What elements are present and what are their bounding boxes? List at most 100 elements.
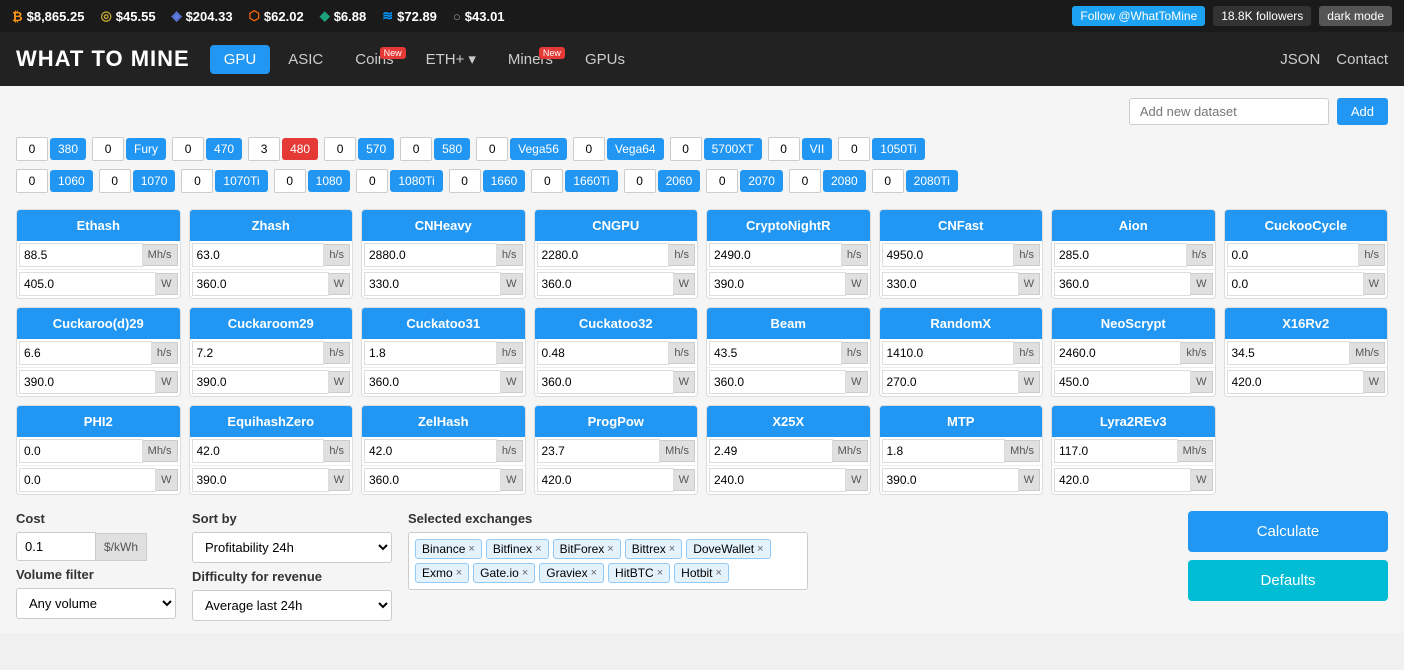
gpu-label-1080[interactable]: 1080 bbox=[308, 170, 351, 192]
gpu-count-vega56[interactable] bbox=[476, 137, 508, 161]
calculate-button[interactable]: Calculate bbox=[1188, 511, 1388, 552]
gpu-label-vega64[interactable]: Vega64 bbox=[607, 138, 664, 160]
algo-speed-input[interactable] bbox=[709, 439, 833, 463]
algo-header-cuckoocycle[interactable]: CuckooCycle bbox=[1225, 210, 1388, 241]
algo-power-input[interactable] bbox=[709, 370, 846, 394]
algo-power-input[interactable] bbox=[192, 272, 329, 296]
gpu-label-380[interactable]: 380 bbox=[50, 138, 86, 160]
gpu-count-2080ti[interactable] bbox=[872, 169, 904, 193]
algo-header-cnheavy[interactable]: CNHeavy bbox=[362, 210, 525, 241]
difficulty-select[interactable]: Average last 24h Current Average last 3 … bbox=[192, 590, 392, 621]
algo-speed-input[interactable] bbox=[19, 341, 152, 365]
gpu-label-fury[interactable]: Fury bbox=[126, 138, 166, 160]
gpu-count-1080ti[interactable] bbox=[356, 169, 388, 193]
algo-header-cuckaroom29[interactable]: Cuckaroom29 bbox=[190, 308, 353, 339]
dataset-input[interactable] bbox=[1129, 98, 1329, 125]
exchange-tag-remove[interactable]: × bbox=[607, 543, 613, 555]
volume-select[interactable]: Any volume Top 50% Top 25% bbox=[16, 588, 176, 619]
algo-header-cuckaroo-d-29[interactable]: Cuckaroo(d)29 bbox=[17, 308, 180, 339]
follow-button[interactable]: Follow @WhatToMine bbox=[1072, 6, 1205, 26]
gpu-count-1060[interactable] bbox=[16, 169, 48, 193]
nav-item-eth[interactable]: ETH+ ▾ bbox=[412, 44, 490, 74]
algo-header-randomx[interactable]: RandomX bbox=[880, 308, 1043, 339]
algo-header-neoscrypt[interactable]: NeoScrypt bbox=[1052, 308, 1215, 339]
add-dataset-button[interactable]: Add bbox=[1337, 98, 1388, 125]
nav-item-asic[interactable]: ASIC bbox=[274, 45, 337, 74]
algo-header-lyra2rev3[interactable]: Lyra2REv3 bbox=[1052, 406, 1215, 437]
algo-power-input[interactable] bbox=[709, 272, 846, 296]
gpu-count-2080[interactable] bbox=[789, 169, 821, 193]
gpu-count-1080[interactable] bbox=[274, 169, 306, 193]
gpu-label-vega56[interactable]: Vega56 bbox=[510, 138, 567, 160]
gpu-count-fury[interactable] bbox=[92, 137, 124, 161]
nav-contact[interactable]: Contact bbox=[1336, 51, 1388, 68]
exchange-tag-remove[interactable]: × bbox=[456, 567, 462, 579]
gpu-label-470[interactable]: 470 bbox=[206, 138, 242, 160]
algo-power-input[interactable] bbox=[364, 468, 501, 492]
sort-select[interactable]: Profitability 24h Profitability 3 days P… bbox=[192, 532, 392, 563]
algo-power-input[interactable] bbox=[364, 370, 501, 394]
algo-speed-input[interactable] bbox=[1054, 243, 1187, 267]
algo-speed-input[interactable] bbox=[709, 243, 842, 267]
algo-header-cuckatoo32[interactable]: Cuckatoo32 bbox=[535, 308, 698, 339]
gpu-count-1070ti[interactable] bbox=[181, 169, 213, 193]
gpu-label-2070[interactable]: 2070 bbox=[740, 170, 783, 192]
algo-power-input[interactable] bbox=[882, 272, 1019, 296]
algo-header-aion[interactable]: Aion bbox=[1052, 210, 1215, 241]
gpu-label-580[interactable]: 580 bbox=[434, 138, 470, 160]
algo-speed-input[interactable] bbox=[1054, 341, 1181, 365]
nav-item-miners[interactable]: Miners New bbox=[494, 45, 567, 74]
algo-header-cngpu[interactable]: CNGPU bbox=[535, 210, 698, 241]
gpu-count-1070[interactable] bbox=[99, 169, 131, 193]
gpu-count-1050ti[interactable] bbox=[838, 137, 870, 161]
algo-header-cryptonightr[interactable]: CryptoNightR bbox=[707, 210, 870, 241]
algo-power-input[interactable] bbox=[1054, 272, 1191, 296]
algo-power-input[interactable] bbox=[882, 370, 1019, 394]
algo-power-input[interactable] bbox=[19, 370, 156, 394]
nav-item-coins[interactable]: Coins New bbox=[341, 45, 407, 74]
gpu-count-1660[interactable] bbox=[449, 169, 481, 193]
gpu-count-5700xt[interactable] bbox=[670, 137, 702, 161]
gpu-count-1660ti[interactable] bbox=[531, 169, 563, 193]
darkmode-button[interactable]: dark mode bbox=[1319, 6, 1392, 26]
algo-speed-input[interactable] bbox=[709, 341, 842, 365]
gpu-count-570[interactable] bbox=[324, 137, 356, 161]
gpu-count-2060[interactable] bbox=[624, 169, 656, 193]
algo-power-input[interactable] bbox=[537, 468, 674, 492]
algo-power-input[interactable] bbox=[192, 468, 329, 492]
algo-power-input[interactable] bbox=[19, 272, 156, 296]
algo-header-ethash[interactable]: Ethash bbox=[17, 210, 180, 241]
defaults-button[interactable]: Defaults bbox=[1188, 560, 1388, 601]
algo-header-zhash[interactable]: Zhash bbox=[190, 210, 353, 241]
algo-header-phi2[interactable]: PHI2 bbox=[17, 406, 180, 437]
algo-header-mtp[interactable]: MTP bbox=[880, 406, 1043, 437]
algo-speed-input[interactable] bbox=[364, 341, 497, 365]
algo-power-input[interactable] bbox=[19, 468, 156, 492]
algo-speed-input[interactable] bbox=[882, 439, 1006, 463]
gpu-label-2080[interactable]: 2080 bbox=[823, 170, 866, 192]
gpu-label-1660ti[interactable]: 1660Ti bbox=[565, 170, 617, 192]
exchange-tag-remove[interactable]: × bbox=[669, 543, 675, 555]
gpu-label-2060[interactable]: 2060 bbox=[658, 170, 701, 192]
exchange-tag-remove[interactable]: × bbox=[468, 543, 474, 555]
gpu-label-1070ti[interactable]: 1070Ti bbox=[215, 170, 267, 192]
algo-header-x16rv2[interactable]: X16Rv2 bbox=[1225, 308, 1388, 339]
nav-item-gpu[interactable]: GPU bbox=[210, 45, 271, 74]
gpu-label-1060[interactable]: 1060 bbox=[50, 170, 93, 192]
algo-header-progpow[interactable]: ProgPow bbox=[535, 406, 698, 437]
gpu-count-470[interactable] bbox=[172, 137, 204, 161]
algo-power-input[interactable] bbox=[192, 370, 329, 394]
algo-header-zelhash[interactable]: ZelHash bbox=[362, 406, 525, 437]
algo-speed-input[interactable] bbox=[537, 243, 670, 267]
cost-input[interactable] bbox=[16, 532, 96, 561]
gpu-label-1660[interactable]: 1660 bbox=[483, 170, 526, 192]
gpu-label-1080ti[interactable]: 1080Ti bbox=[390, 170, 442, 192]
exchange-tag-remove[interactable]: × bbox=[522, 567, 528, 579]
algo-speed-input[interactable] bbox=[1227, 341, 1351, 365]
gpu-label-1050ti[interactable]: 1050Ti bbox=[872, 138, 924, 160]
algo-speed-input[interactable] bbox=[537, 439, 661, 463]
algo-header-equihashzero[interactable]: EquihashZero bbox=[190, 406, 353, 437]
algo-power-input[interactable] bbox=[364, 272, 501, 296]
algo-speed-input[interactable] bbox=[364, 439, 497, 463]
algo-speed-input[interactable] bbox=[192, 439, 325, 463]
